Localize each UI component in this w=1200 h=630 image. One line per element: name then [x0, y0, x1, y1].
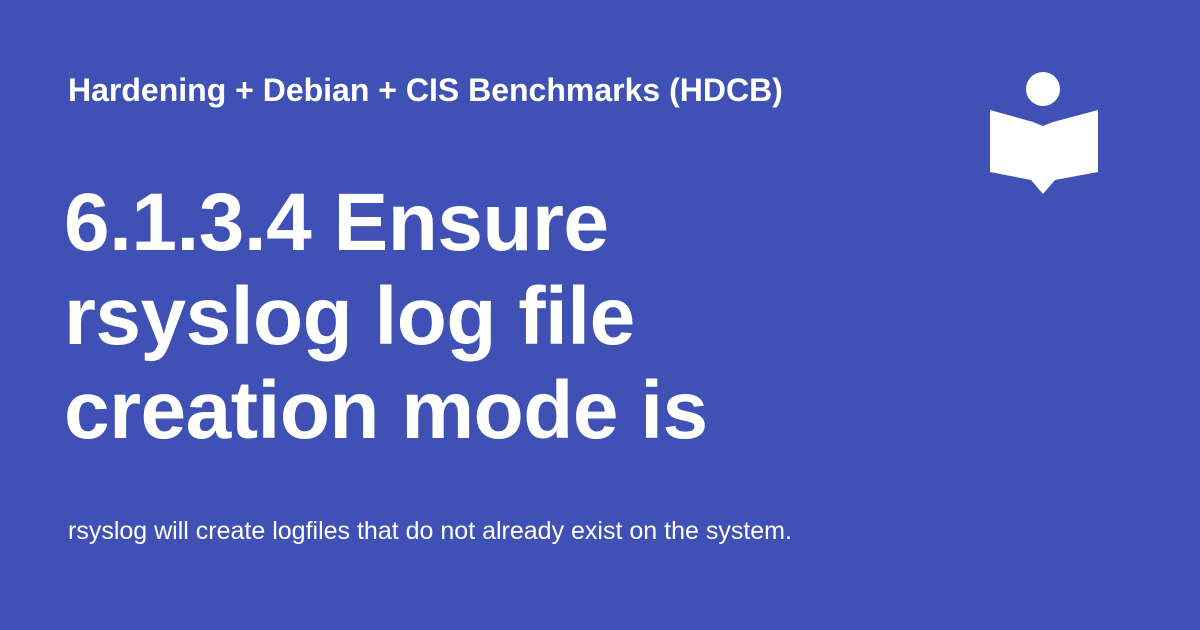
- social-card: Hardening + Debian + CIS Benchmarks (HDC…: [0, 0, 1200, 630]
- reader-book-icon: [990, 72, 1098, 194]
- page-title: 6.1.3.4 Ensure rsyslog log file creation…: [64, 177, 708, 456]
- site-title: Hardening + Debian + CIS Benchmarks (HDC…: [68, 72, 783, 108]
- page-description: rsyslog will create logfiles that do not…: [68, 517, 792, 545]
